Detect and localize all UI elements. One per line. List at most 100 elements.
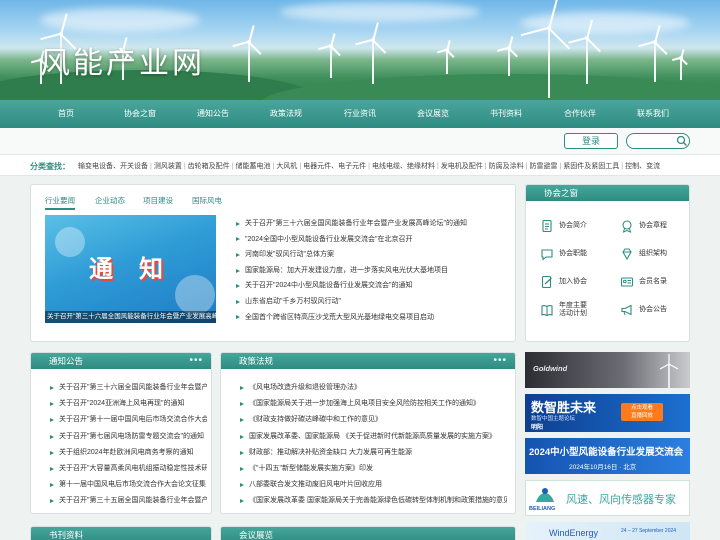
list-item[interactable]: 《财政支持做好碳达峰碳中和工作的意见》 xyxy=(239,412,507,428)
category-link[interactable]: 电器元件、电子元件 xyxy=(303,163,366,170)
association-link[interactable]: 年度主要 活动计划 xyxy=(540,302,610,321)
list-item[interactable]: 《"十四五"新型储能发展实施方案》印发 xyxy=(239,461,507,477)
policy-panel: 政策法规 ••• 《风电场改造升级和退役管理办法》 《国家能源局关于进一步加强海上… xyxy=(220,352,516,514)
list-item[interactable]: 河南印发"驭风行动"总体方案 xyxy=(235,247,509,263)
list-item[interactable]: 《国家发展改革委 国家能源局关于完善能源绿色低碳转型体制机制和政策措施的意见》 xyxy=(239,493,507,509)
conference-ad[interactable]: 2024中小型风能设备行业发展交流会 2024年10月16日 · 北京 xyxy=(525,438,690,474)
category-link[interactable]: 齿轮箱及配件 xyxy=(188,163,230,170)
id-card-icon xyxy=(620,277,634,287)
list-item[interactable]: "2024全国中小型风能设备行业发展交流会"在北京召开 xyxy=(235,232,509,248)
wind-turbine xyxy=(232,22,262,82)
tab-international-news[interactable]: 国际风电 xyxy=(192,195,222,206)
digital-forum-ad[interactable]: 数智胜未来 数智中国主题论坛 明阳 点击观看 直播回放 xyxy=(525,394,690,432)
category-separator: | xyxy=(484,163,487,170)
beiliang-ad[interactable]: BEILIANG 风速、风向传感器专家 xyxy=(525,480,690,516)
list-item[interactable]: 《风电场改造升级和退役管理办法》 xyxy=(239,380,507,396)
tab-industry-news[interactable]: 行业要闻 xyxy=(45,195,75,210)
wind-turbine xyxy=(497,28,519,76)
file-pen-icon xyxy=(541,275,552,289)
list-item[interactable]: 财政部：推动解决补贴资金缺口 大力发展可再生能源 xyxy=(239,445,507,461)
category-link[interactable]: 输变电设备、开关设备 xyxy=(78,163,148,170)
cloud xyxy=(280,2,480,22)
association-link[interactable]: 协会职能 xyxy=(540,247,610,265)
windenergy-logo: WindEnergy xyxy=(549,528,599,538)
association-link[interactable]: 协会公告 xyxy=(620,303,689,321)
windenergy-date: 24 – 27 September 2024 xyxy=(621,528,677,534)
list-item[interactable]: 关于组织2024年赴欧洲风电商务考察的通知 xyxy=(49,445,207,461)
main-nav: 首页 协会之窗 通知公告 政策法规 行业资讯 会议展览 书刊资料 合作伙伴 联系… xyxy=(0,100,720,128)
association-panel: 协会之窗 协会简介 协会章程 协会职能 组织架构 加入协会 会员名录 年度主要 活动计划 协会… xyxy=(525,184,690,342)
wind-turbine xyxy=(568,18,601,84)
watch-replay-button[interactable]: 点击观看 直播回放 xyxy=(621,403,663,421)
meetings-panel: 会议展览 xyxy=(220,526,516,540)
association-link[interactable]: 组织架构 xyxy=(620,247,689,265)
association-link[interactable]: 加入协会 xyxy=(540,275,610,293)
policy-more-button[interactable]: ••• xyxy=(493,353,507,369)
list-item[interactable]: 关于召开"第三十五届全国风能装备行业年会暨产业发展高峰论坛"的通知 xyxy=(49,493,207,509)
association-link[interactable]: 协会简介 xyxy=(540,219,610,237)
category-link[interactable]: 大风机 xyxy=(276,163,297,170)
list-item[interactable]: 山东省启动"千乡万村驭风行动" xyxy=(235,294,509,310)
list-item[interactable]: 全国首个跨省区特高压沙戈荒大型风光基地绿电交易项目启动 xyxy=(235,310,509,326)
category-link[interactable]: 储能蓄电池 xyxy=(235,163,270,170)
category-separator: | xyxy=(525,163,528,170)
category-link[interactable]: 防腐及涂料 xyxy=(489,163,524,170)
list-item[interactable]: 关于召开"第七届风电场防雷专题交流会"的通知 xyxy=(49,429,207,445)
list-item[interactable]: 第十一届中国风电后市场交流合作大会论文征集 xyxy=(49,477,207,493)
category-link[interactable]: 发电机及配件 xyxy=(441,163,483,170)
category-separator: | xyxy=(621,163,624,170)
list-item[interactable]: 八部委联合发文推动废旧风电叶片回收应用 xyxy=(239,477,507,493)
category-separator: | xyxy=(231,163,234,170)
list-item[interactable]: 关于召开"第三十六届全国风能装备行业年会暨产业发展高峰论坛"的通知 xyxy=(49,380,207,396)
nav-item-notices[interactable]: 通知公告 xyxy=(183,100,243,128)
featured-image-caption[interactable]: 关于召开"第三十六届全国风能装备行业年会暨产业发展高峰论坛"的通知 xyxy=(45,311,216,323)
category-separator: | xyxy=(436,163,439,170)
nav-item-meetings[interactable]: 会议展览 xyxy=(403,100,463,128)
category-link[interactable]: 测风装置 xyxy=(154,163,182,170)
login-button[interactable]: 登录 xyxy=(564,133,618,149)
chat-icon xyxy=(541,249,553,261)
list-item[interactable]: 关于召开"第十一届中国风电后市场交流合作大会"的通知 xyxy=(49,412,207,428)
windenergy-ad[interactable]: WindEnergy 24 – 27 September 2024 xyxy=(525,522,690,540)
nav-item-association[interactable]: 协会之窗 xyxy=(110,100,170,128)
nav-item-news[interactable]: 行业资讯 xyxy=(330,100,390,128)
list-item[interactable]: 国家能源局：加大开发建设力度，进一步落实风电光伏大基地项目 xyxy=(235,263,509,279)
notices-title: 通知公告 xyxy=(49,356,84,366)
news-list: 关于召开"第三十六届全国风能装备行业年会暨产业发展高峰论坛"的通知 "2024全国… xyxy=(235,216,509,325)
tab-project-news[interactable]: 项目建设 xyxy=(143,195,173,206)
conference-title: 2024中小型风能设备行业发展交流会 xyxy=(529,447,684,458)
search-icon[interactable] xyxy=(676,135,688,147)
list-item[interactable]: 关于召开"大容量高柔风电机组振动稳定性技术研讨会"的通知 xyxy=(49,461,207,477)
association-link-label: 年度主要 活动计划 xyxy=(559,302,587,317)
association-link[interactable]: 协会章程 xyxy=(620,219,689,237)
association-link-label: 会员名录 xyxy=(639,278,667,285)
goldwind-ad[interactable]: Goldwind xyxy=(525,352,690,388)
list-item[interactable]: 国家发展改革委、国家能源局 《关于促进新时代新能源高质量发展的实施方案》 xyxy=(239,429,507,445)
list-item[interactable]: 关于召开"第三十六届全国风能装备行业年会暨产业发展高峰论坛"的通知 xyxy=(235,216,509,232)
category-link[interactable]: 防雷避雷 xyxy=(529,163,557,170)
list-item[interactable]: 《国家能源局关于进一步加强海上风电项目安全风险防控相关工作的通知》 xyxy=(239,396,507,412)
nav-item-policy[interactable]: 政策法规 xyxy=(256,100,316,128)
nav-item-home[interactable]: 首页 xyxy=(36,100,96,128)
seal-icon xyxy=(622,220,632,233)
tab-company-news[interactable]: 企业动态 xyxy=(95,195,125,206)
banner: 风能产业网 xyxy=(0,0,720,100)
nav-item-books[interactable]: 书刊资料 xyxy=(476,100,536,128)
category-link[interactable]: 电线电缆、绝缘材料 xyxy=(372,163,435,170)
nav-item-partners[interactable]: 合作伙伴 xyxy=(550,100,610,128)
list-item[interactable]: 关于召开"2024亚洲海上风电再现"的通知 xyxy=(49,396,207,412)
book-icon xyxy=(541,305,553,317)
category-bar: 分类查找： 输变电设备、开关设备 | 测风装置 | 齿轮箱及配件 | 储能蓄电池 | 大风机 | 电… xyxy=(0,154,720,176)
category-link[interactable]: 紧固件及紧固工具 xyxy=(563,163,619,170)
goldwind-logo: Goldwind xyxy=(533,364,568,373)
list-item[interactable]: 关于召开"2024中小型风能设备行业发展交流会"的通知 xyxy=(235,278,509,294)
notices-more-button[interactable]: ••• xyxy=(189,353,203,369)
image-decoration xyxy=(55,227,85,257)
association-link[interactable]: 会员名录 xyxy=(620,275,689,293)
diamond-icon xyxy=(622,248,632,261)
featured-news-image[interactable]: 通知 关于召开"第三十六届全国风能装备行业年会暨产业发展高峰论坛"的通知 xyxy=(45,215,216,323)
hill xyxy=(260,74,720,100)
category-link[interactable]: 控制、变流 xyxy=(625,163,660,170)
wind-turbine xyxy=(437,30,455,74)
nav-item-contact[interactable]: 联系我们 xyxy=(623,100,683,128)
